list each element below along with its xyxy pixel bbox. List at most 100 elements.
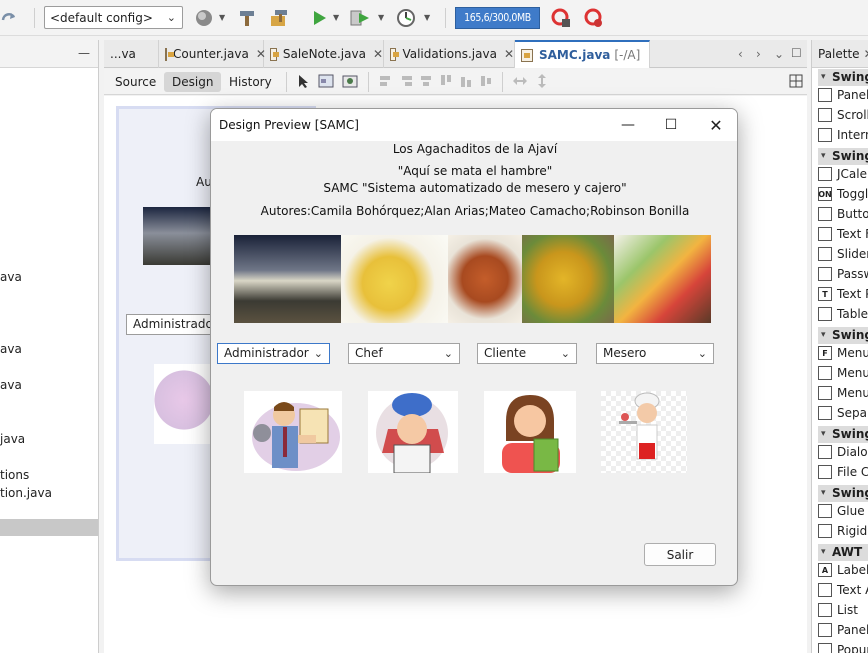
palette-item[interactable]: Dialog <box>818 445 868 459</box>
food-stand-photo <box>143 207 213 265</box>
separator-icon <box>818 406 832 420</box>
maximize-icon[interactable]: ☐ <box>659 115 683 135</box>
palette-item[interactable]: Scroll <box>818 108 868 122</box>
chevron-down-icon[interactable]: ▼ <box>378 13 384 22</box>
tree-item[interactable]: ava <box>0 378 22 392</box>
menu-icon <box>818 366 832 380</box>
horizontal-resize-icon[interactable] <box>512 73 528 89</box>
palette-item[interactable]: Text A <box>818 583 868 597</box>
align-top-icon[interactable] <box>438 73 454 89</box>
center-vertical-icon[interactable] <box>478 73 494 89</box>
redo-icon[interactable] <box>0 5 18 31</box>
align-bottom-icon[interactable] <box>458 73 474 89</box>
chevron-down-icon[interactable]: ⌄ <box>774 47 784 61</box>
memory-indicator[interactable]: 165,6/300,0MB <box>455 7 540 29</box>
tree-item[interactable]: java <box>0 432 25 446</box>
build-hammer-icon[interactable] <box>236 5 258 31</box>
tree-selection-row[interactable] <box>0 519 98 536</box>
palette-category[interactable]: Swing <box>818 485 868 502</box>
palette-item[interactable]: Text F <box>818 227 868 241</box>
tab-label: ...va <box>110 47 136 61</box>
chef-avatar-image <box>368 391 458 473</box>
tab-validations[interactable]: Validations.java ✕ <box>384 40 515 68</box>
palette-item[interactable]: Panel <box>818 623 868 637</box>
palette-item[interactable]: Glue <box>818 504 865 518</box>
palette-item[interactable]: Butto <box>818 207 868 221</box>
center-horizontal-icon[interactable] <box>418 73 434 89</box>
chevron-down-icon[interactable]: ▼ <box>424 13 430 22</box>
palette-item[interactable]: Menu <box>818 386 868 400</box>
run-icon[interactable] <box>308 5 330 31</box>
button-icon <box>818 207 832 221</box>
close-icon[interactable]: ✕ <box>373 47 383 61</box>
preview-design-icon[interactable] <box>342 73 358 89</box>
menu-bar-icon: F <box>818 346 832 360</box>
tree-item[interactable]: tions <box>0 468 29 482</box>
palette-toggle-icon[interactable] <box>788 73 804 89</box>
chevron-right-icon[interactable]: › <box>756 47 761 61</box>
chevron-down-icon[interactable]: ▼ <box>219 13 225 22</box>
minimize-icon[interactable]: — <box>616 115 640 135</box>
tab-samc[interactable]: SAMC.java [-/A] <box>515 40 650 68</box>
slider-icon <box>818 247 832 261</box>
tab-salenote[interactable]: SaleNote.java ✕ <box>264 40 384 68</box>
palette-item[interactable]: List <box>818 603 858 617</box>
admin-combo[interactable]: Administrador ⌄ <box>217 343 330 364</box>
palette-item[interactable]: File Cl <box>818 465 868 479</box>
palette-item[interactable]: Rigid <box>818 524 867 538</box>
selection-mode-icon[interactable] <box>296 73 312 89</box>
close-icon[interactable]: ✕ <box>504 47 514 61</box>
palette-category[interactable]: AWT <box>818 544 868 561</box>
exit-button[interactable]: Salir <box>644 543 716 566</box>
tab-source[interactable]: Source <box>107 72 164 92</box>
palette-item[interactable]: JCaler <box>818 167 868 181</box>
palette-item[interactable]: T Text P <box>818 287 868 301</box>
tree-item[interactable]: ava <box>0 342 22 356</box>
palette-item[interactable]: Popup <box>818 643 868 653</box>
palette-item[interactable]: A Label <box>818 563 868 577</box>
palette-category[interactable]: Swing <box>818 426 868 443</box>
gc-icon[interactable] <box>550 5 572 31</box>
vertical-resize-icon[interactable] <box>534 73 550 89</box>
align-right-icon[interactable] <box>398 73 414 89</box>
connection-mode-icon[interactable] <box>318 73 334 89</box>
close-icon[interactable]: ✕ <box>864 47 868 61</box>
tab-history[interactable]: History <box>221 72 280 92</box>
dialog-titlebar[interactable]: Design Preview [SAMC] — ☐ ✕ <box>211 109 737 141</box>
palette-category[interactable]: Swing <box>818 69 868 86</box>
palette-item[interactable]: Slider <box>818 247 868 261</box>
clean-build-icon[interactable] <box>268 5 292 31</box>
chevron-left-icon[interactable]: ‹ <box>738 47 743 61</box>
palette-item[interactable]: Separ <box>818 406 868 420</box>
internal-frame-icon <box>818 128 832 142</box>
palette-category[interactable]: Swing <box>818 148 868 165</box>
tree-item[interactable]: ava <box>0 270 22 284</box>
palette-item[interactable]: Menu <box>818 366 868 380</box>
tab-prev-file[interactable]: ...va <box>104 40 159 68</box>
tab-design[interactable]: Design <box>164 72 222 92</box>
tree-item[interactable]: tion.java <box>0 486 52 500</box>
profiler-snapshot-icon[interactable] <box>583 5 605 31</box>
palette-item[interactable]: ON Toggl <box>818 187 868 201</box>
profile-icon[interactable] <box>393 5 419 31</box>
palette-item[interactable]: Table <box>818 307 868 321</box>
minimize-icon[interactable]: — <box>78 46 90 60</box>
chevron-down-icon[interactable]: ▼ <box>333 13 339 22</box>
chef-combo[interactable]: Chef ⌄ <box>348 343 460 364</box>
palette-category[interactable]: Swing <box>818 327 868 344</box>
maximize-icon[interactable]: ☐ <box>791 46 802 60</box>
client-combo[interactable]: Cliente ⌄ <box>477 343 577 364</box>
config-select[interactable]: <default config> ⌄ <box>44 6 183 29</box>
align-left-icon[interactable] <box>378 73 394 89</box>
debug-icon[interactable] <box>348 5 374 31</box>
tab-counter[interactable]: Counter.java ✕ <box>159 40 266 68</box>
palette-item-label: Popup <box>837 643 868 653</box>
waiter-combo[interactable]: Mesero ⌄ <box>596 343 714 364</box>
palette-item[interactable]: Intern <box>818 128 868 142</box>
palette-item[interactable]: F Menu <box>818 346 868 360</box>
palette-item[interactable]: Panel <box>818 88 868 102</box>
palette-item[interactable]: Passw <box>818 267 868 281</box>
close-icon[interactable]: ✕ <box>704 115 728 135</box>
globe-icon[interactable] <box>193 5 215 31</box>
client-avatar-image <box>484 391 576 473</box>
